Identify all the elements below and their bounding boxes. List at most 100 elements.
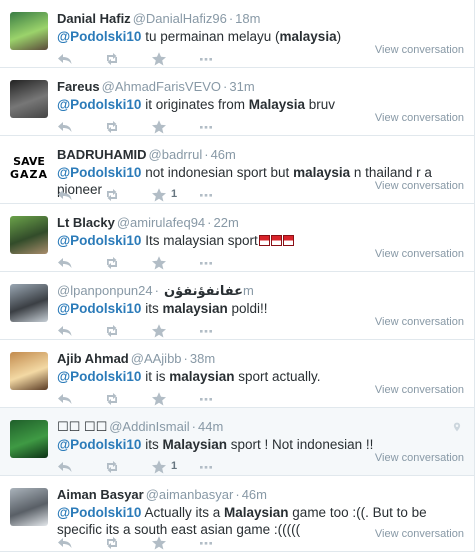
timestamp[interactable]: 46m (211, 147, 236, 162)
avatar[interactable] (10, 488, 48, 526)
avatar[interactable]: SAVE GAZA (10, 148, 48, 186)
more-button[interactable] (198, 459, 214, 475)
timestamp[interactable]: 46m (242, 487, 267, 502)
reply-button[interactable] (57, 119, 73, 135)
view-conversation-link[interactable]: View conversation (375, 384, 464, 396)
reply-button[interactable] (57, 391, 73, 407)
tweet-item[interactable]: Lt Blacky @amirulafeq94 · 22m @Podolski10 It… (0, 204, 474, 272)
username[interactable]: @DanialHafiz96 (133, 11, 227, 26)
location-pin-icon[interactable] (452, 420, 462, 438)
retweet-button[interactable] (104, 535, 120, 551)
reply-button[interactable] (57, 255, 73, 271)
view-conversation-link[interactable]: View conversation (375, 248, 464, 260)
mention-link[interactable]: @Podolski10 (57, 233, 141, 248)
tweet-header: BADRUHAMID @badrrul · 46m (57, 147, 236, 163)
tweet-header: Aiman Basyar @aimanbasyar · 46m (57, 487, 267, 503)
more-dots-icon (200, 330, 212, 333)
retweet-button[interactable] (104, 187, 120, 203)
tweet-item[interactable]: Danial Hafiz @DanialHafiz96 · 18m @Podolski1… (0, 0, 474, 68)
tweet-header: Lt Blacky @amirulafeq94 · 22m (57, 215, 239, 231)
retweet-button[interactable] (104, 119, 120, 135)
favorite-button[interactable] (151, 119, 167, 135)
username[interactable]: @AddinIsmail (109, 419, 189, 434)
favorite-count: 1 (171, 460, 178, 472)
avatar[interactable] (10, 352, 48, 390)
reply-button[interactable] (57, 187, 73, 203)
view-conversation-link[interactable]: View conversation (375, 112, 464, 124)
retweet-icon (107, 121, 117, 133)
retweet-button[interactable] (104, 459, 120, 475)
username[interactable]: @aimanbasyar (146, 487, 234, 502)
username[interactable]: @badrrul (149, 147, 203, 162)
tweet-item[interactable]: Fareus @AhmadFarisVEVO · 31m @Podolski10 it … (0, 68, 474, 136)
mention-link[interactable]: @Podolski10 (57, 301, 141, 316)
tweet-item[interactable]: ☐☐ ☐☐ @AddinIsmail · 44m @Podolski10 its Mal… (0, 408, 474, 476)
fullname[interactable]: Fareus (57, 79, 100, 94)
fullname[interactable]: Ajib Ahmad (57, 351, 129, 366)
mention-link[interactable]: @Podolski10 (57, 505, 141, 520)
more-button[interactable] (198, 391, 214, 407)
reply-button[interactable] (57, 323, 73, 339)
avatar[interactable] (10, 216, 48, 254)
view-conversation-link[interactable]: View conversation (375, 316, 464, 328)
arabic-name[interactable]: عفانفؤنفؤن (164, 283, 243, 298)
mention-link[interactable]: @Podolski10 (57, 437, 141, 452)
more-button[interactable] (198, 51, 214, 67)
star-icon (152, 188, 166, 202)
username[interactable]: @AhmadFarisVEVO (102, 79, 221, 94)
timestamp[interactable]: 44m (198, 419, 223, 434)
fullname[interactable]: Lt Blacky (57, 215, 115, 230)
favorite-button[interactable] (151, 391, 167, 407)
username[interactable]: @amirulafeq94 (117, 215, 205, 230)
more-dots-icon (200, 466, 212, 469)
favorite-button[interactable] (151, 255, 167, 271)
avatar[interactable] (10, 12, 48, 50)
text-segment: Malaysian (162, 437, 228, 452)
more-button[interactable] (198, 535, 214, 551)
favorite-button[interactable]: 1 (151, 187, 177, 203)
mention-link[interactable]: @Podolski10 (57, 29, 141, 44)
tweet-actions: 1 (57, 459, 267, 475)
more-button[interactable] (198, 323, 214, 339)
tweet-item[interactable]: Aiman Basyar @aimanbasyar · 46m @Podolski10 … (0, 476, 474, 552)
avatar[interactable] (10, 80, 48, 118)
fullname[interactable]: Danial Hafiz (57, 11, 131, 26)
timestamp[interactable]: 31m (229, 79, 254, 94)
username[interactable]: @AAjibb (131, 351, 182, 366)
tweet-item[interactable]: @lpanponpun عفانفؤنفؤن·24m @Podolski10 its… (0, 272, 474, 340)
favorite-button[interactable] (151, 51, 167, 67)
retweet-button[interactable] (104, 51, 120, 67)
username[interactable]: @lpanponpun (57, 283, 138, 298)
mention-link[interactable]: @Podolski10 (57, 97, 141, 112)
favorite-button[interactable]: 1 (151, 459, 177, 475)
avatar[interactable] (10, 420, 48, 458)
reply-button[interactable] (57, 535, 73, 551)
retweet-icon (107, 189, 117, 201)
fullname[interactable]: ☐☐ ☐☐ (57, 419, 107, 434)
timestamp[interactable]: 38m (190, 351, 215, 366)
tweet-item[interactable]: SAVE GAZA BADRUHAMID @badrrul · 46m @Podolski1… (0, 136, 474, 204)
star-icon (152, 392, 166, 406)
reply-button[interactable] (57, 51, 73, 67)
fullname[interactable]: Aiman Basyar (57, 487, 144, 502)
view-conversation-link[interactable]: View conversation (375, 528, 464, 540)
view-conversation-link[interactable]: View conversation (375, 44, 464, 56)
reply-button[interactable] (57, 459, 73, 475)
mention-link[interactable]: @Podolski10 (57, 165, 141, 180)
mention-link[interactable]: @Podolski10 (57, 369, 141, 384)
retweet-button[interactable] (104, 255, 120, 271)
fullname[interactable]: BADRUHAMID (57, 147, 147, 162)
view-conversation-link[interactable]: View conversation (375, 180, 464, 192)
more-button[interactable] (198, 119, 214, 135)
more-button[interactable] (198, 255, 214, 271)
favorite-button[interactable] (151, 535, 167, 551)
tweet-item[interactable]: Ajib Ahmad @AAjibb · 38m @Podolski10 it is m… (0, 340, 474, 408)
timestamp[interactable]: 18m (235, 11, 260, 26)
avatar[interactable] (10, 284, 48, 322)
favorite-button[interactable] (151, 323, 167, 339)
more-button[interactable] (198, 187, 214, 203)
view-conversation-link[interactable]: View conversation (375, 452, 464, 464)
retweet-button[interactable] (104, 391, 120, 407)
timestamp[interactable]: 22m (214, 215, 239, 230)
retweet-button[interactable] (104, 323, 120, 339)
